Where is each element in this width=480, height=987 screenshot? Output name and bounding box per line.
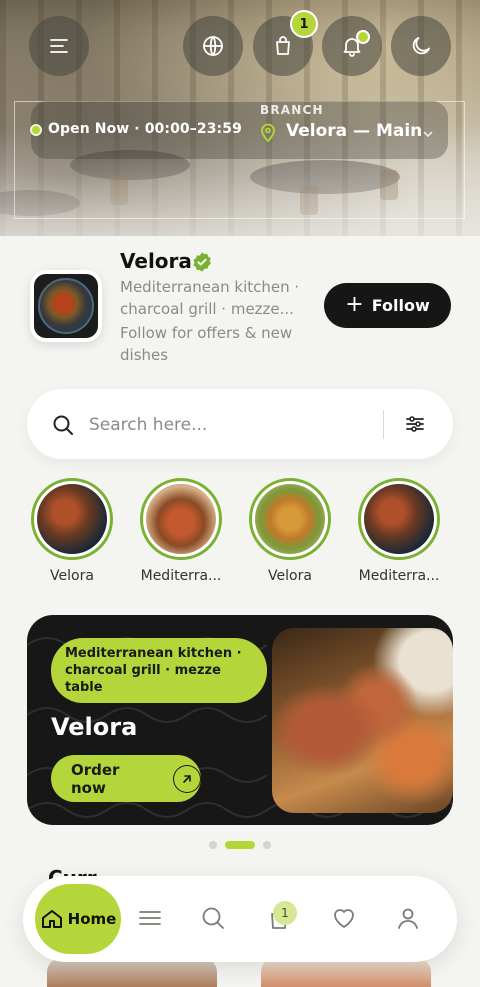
nav-home-label: Home [67, 910, 117, 928]
order-now-label: Order now [71, 760, 120, 797]
search-input[interactable] [89, 410, 369, 440]
globe-icon [203, 36, 223, 56]
nav-search[interactable] [200, 905, 226, 931]
food-card[interactable] [261, 958, 431, 987]
restaurant-name: Velora [120, 249, 192, 273]
chevron-down-icon[interactable] [422, 128, 434, 140]
carousel-dot[interactable] [263, 841, 271, 849]
plus-icon: + [345, 291, 364, 317]
menu-icon [50, 39, 68, 53]
story-label: Mediterra... [140, 568, 222, 584]
verified-badge-icon [193, 252, 211, 272]
branch-selector[interactable]: Velora — Main [286, 121, 422, 141]
promo-title: Velora [51, 713, 138, 741]
carousel-indicator [209, 841, 271, 849]
home-icon [41, 910, 62, 928]
restaurant-logo [30, 270, 102, 342]
location-pin-icon [261, 123, 275, 142]
filter-icon[interactable] [404, 413, 426, 435]
promo-food-image [272, 628, 453, 813]
arrow-up-right-icon [173, 764, 201, 793]
search-divider [383, 410, 384, 439]
notification-dot [356, 30, 370, 44]
carousel-dot-active[interactable] [225, 841, 255, 849]
nav-cart-badge: 1 [273, 901, 297, 925]
story-item[interactable]: Velora [235, 478, 345, 584]
story-label: Velora [268, 568, 312, 584]
follow-hint: Follow for offers & new dishes [120, 324, 293, 364]
story-thumbnail [364, 484, 434, 554]
food-card[interactable] [47, 958, 217, 987]
heart-icon [334, 909, 354, 928]
language-button[interactable] [183, 16, 243, 76]
user-icon [398, 908, 418, 929]
story-label: Mediterra... [358, 568, 440, 584]
story-item[interactable]: Velora [17, 478, 127, 584]
story-item[interactable]: Mediterra... [344, 478, 454, 584]
search-icon [202, 907, 224, 929]
moon-icon [412, 37, 430, 55]
nav-home[interactable]: Home [35, 884, 121, 954]
restaurant-description: Mediterranean kitchen · charcoal grill ·… [120, 278, 300, 318]
nav-menu[interactable] [137, 905, 163, 931]
open-status-dot [30, 124, 42, 136]
story-thumbnail [146, 484, 216, 554]
cart-count-badge: 1 [290, 10, 318, 38]
menu-button[interactable] [29, 16, 89, 76]
carousel-dot[interactable] [209, 841, 217, 849]
branch-caption: BRANCH [260, 103, 324, 117]
opening-hours: Open Now · 00:00–23:59 [48, 121, 242, 137]
follow-button[interactable]: + Follow [324, 283, 451, 328]
story-thumbnail [37, 484, 107, 554]
order-now-button[interactable]: Order now [51, 755, 201, 802]
bag-icon [276, 36, 290, 55]
nav-favorites[interactable] [331, 905, 357, 931]
search-icon [53, 415, 73, 435]
promo-tag: Mediterranean kitchen · charcoal grill ·… [51, 638, 267, 703]
follow-label: Follow [371, 296, 430, 315]
notifications-button[interactable] [322, 16, 382, 76]
menu-icon [139, 911, 161, 925]
story-item[interactable]: Mediterra... [126, 478, 236, 584]
theme-toggle-button[interactable] [391, 16, 451, 76]
story-thumbnail [255, 484, 325, 554]
nav-profile[interactable] [395, 905, 421, 931]
story-label: Velora [50, 568, 94, 584]
